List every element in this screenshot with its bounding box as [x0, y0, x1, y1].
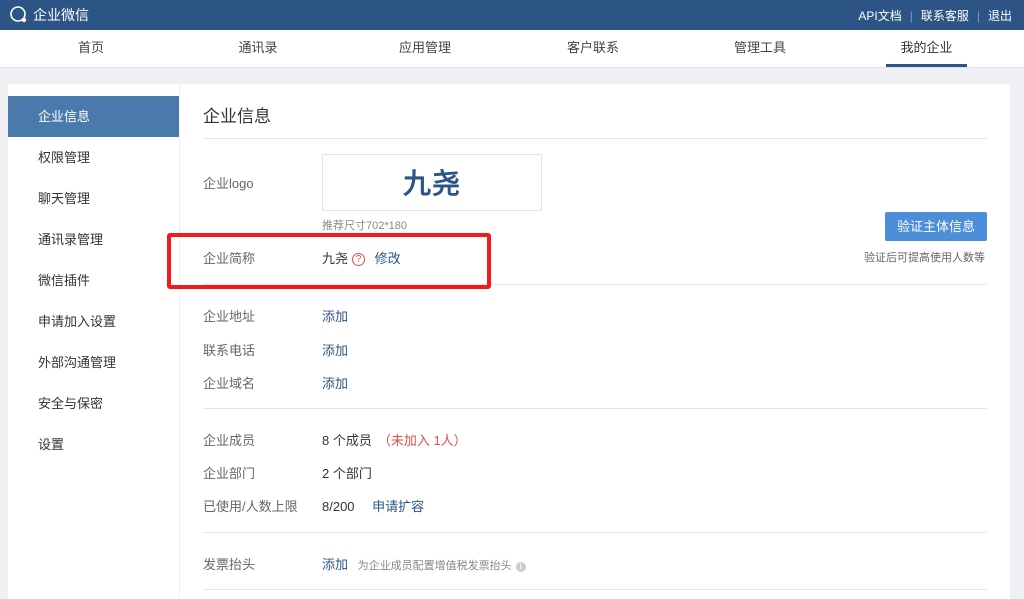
main-panel: 企业信息 企业logo 九尧 推荐尺寸702*180 验证主体信息 验证后可提高…	[180, 84, 1010, 599]
address-label: 企业地址	[203, 309, 256, 324]
sidebar-item-contacts-management[interactable]: 通讯录管理	[8, 219, 179, 260]
sidebar-item-external-communication[interactable]: 外部沟通管理	[8, 342, 179, 383]
sidebar-item-security[interactable]: 安全与保密	[8, 383, 179, 424]
add-invoice-link[interactable]: 添加	[322, 557, 348, 572]
invoice-label: 发票抬头	[203, 557, 256, 572]
divider	[203, 589, 987, 590]
invoice-hint: 为企业成员配置增值税发票抬头	[357, 560, 512, 572]
top-bar: 企业微信 API文档 | 联系客服 | 退出	[0, 0, 1024, 30]
logo-size-hint: 推荐尺寸702*180	[322, 220, 407, 232]
tab-my-enterprise[interactable]: 我的企业	[886, 30, 967, 67]
sidebar-item-join-settings[interactable]: 申请加入设置	[8, 301, 179, 342]
tab-app-management[interactable]: 应用管理	[385, 30, 465, 67]
usage-label: 已使用/人数上限	[203, 499, 298, 514]
sidebar-item-enterprise-info[interactable]: 企业信息	[8, 96, 179, 137]
logo-label: 企业logo	[203, 176, 254, 191]
not-joined-count[interactable]: （未加入 1人）	[378, 433, 467, 448]
members-row: 8 个成员 （未加入 1人）	[322, 430, 467, 449]
info-icon[interactable]: i	[515, 562, 526, 572]
usage-value: 8/200	[322, 499, 355, 514]
chat-bubble-icon	[10, 6, 27, 23]
sidebar: 企业信息 权限管理 聊天管理 通讯录管理 微信插件 申请加入设置 外部沟通管理 …	[8, 84, 179, 599]
tab-contacts[interactable]: 通讯录	[225, 30, 291, 67]
highlight-box	[167, 233, 491, 289]
divider	[203, 138, 987, 139]
api-docs-link[interactable]: API文档	[858, 7, 901, 24]
members-count[interactable]: 8 个成员	[322, 433, 372, 448]
support-link[interactable]: 联系客服	[921, 7, 969, 24]
sidebar-item-settings[interactable]: 设置	[8, 424, 179, 465]
tab-management-tools[interactable]: 管理工具	[720, 30, 800, 67]
sidebar-item-chat-management[interactable]: 聊天管理	[8, 178, 179, 219]
tab-customer-contact[interactable]: 客户联系	[553, 30, 633, 67]
verify-tip: 验证后可提高使用人数等	[864, 252, 985, 264]
divider	[203, 408, 987, 409]
page-title: 企业信息	[203, 107, 271, 126]
divider	[203, 532, 987, 533]
tab-home[interactable]: 首页	[58, 30, 124, 67]
departments-count[interactable]: 2 个部门	[322, 463, 372, 482]
verify-entity-button[interactable]: 验证主体信息	[885, 212, 987, 241]
departments-label: 企业部门	[203, 466, 256, 481]
top-links: API文档 | 联系客服 | 退出	[858, 7, 1012, 24]
apply-expansion-link[interactable]: 申请扩容	[372, 499, 424, 514]
sidebar-item-permissions[interactable]: 权限管理	[8, 137, 179, 178]
main-nav: 首页 通讯录 应用管理 客户联系 管理工具 我的企业	[0, 30, 1024, 68]
divider: |	[976, 8, 980, 23]
app-title: 企业微信	[33, 7, 89, 23]
usage-row: 8/200 申请扩容	[322, 496, 424, 515]
invoice-row: 添加 为企业成员配置增值税发票抬头 i	[322, 554, 526, 573]
domain-label: 企业域名	[203, 376, 256, 391]
app-logo[interactable]: 企业微信	[8, 5, 89, 25]
members-label: 企业成员	[203, 433, 256, 448]
add-address-link[interactable]: 添加	[322, 306, 348, 325]
sidebar-item-wechat-plugin[interactable]: 微信插件	[8, 260, 179, 301]
enterprise-logo-image[interactable]: 九尧	[322, 154, 542, 211]
divider: |	[909, 8, 913, 23]
add-domain-link[interactable]: 添加	[322, 373, 348, 392]
logout-link[interactable]: 退出	[988, 7, 1012, 24]
add-phone-link[interactable]: 添加	[322, 340, 348, 359]
phone-label: 联系电话	[203, 343, 256, 358]
